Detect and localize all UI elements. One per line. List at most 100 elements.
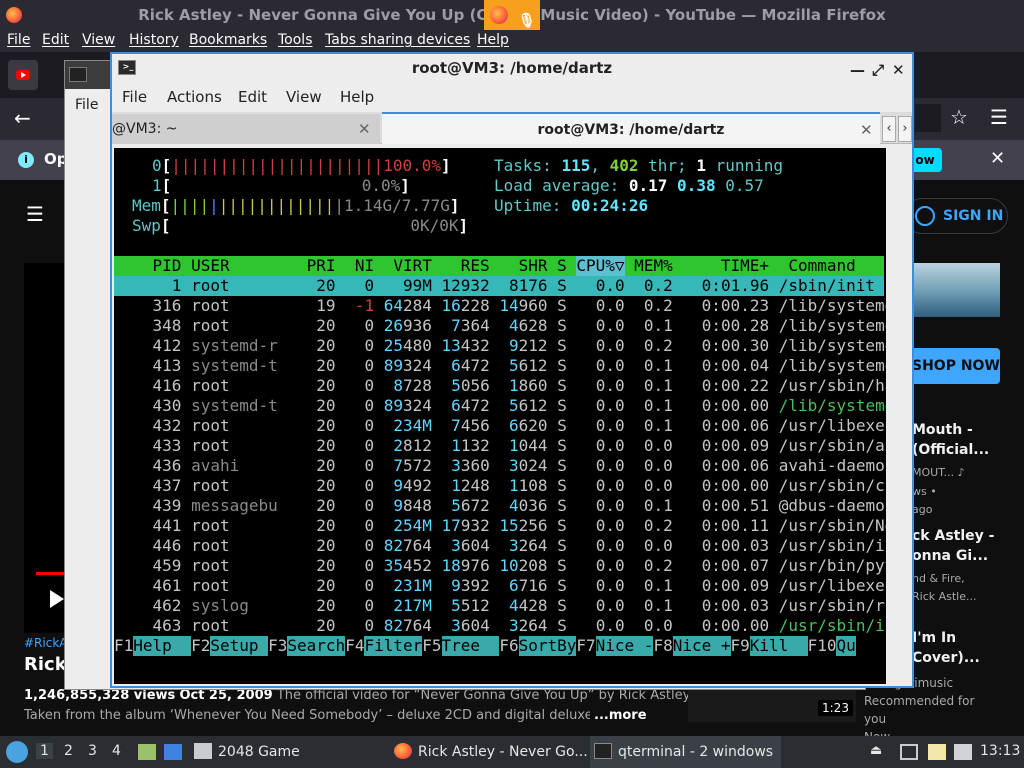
video-hashtag[interactable]: #RickA bbox=[24, 636, 67, 650]
column-header[interactable]: SHR bbox=[499, 256, 557, 276]
qt-menu-file[interactable]: File bbox=[122, 88, 147, 106]
tab-scroll-right-icon[interactable]: › bbox=[898, 116, 912, 142]
htop-terminal[interactable]: 0[||||||||||||||||||||||100.0%] 1[0.0%] … bbox=[114, 148, 886, 684]
column-header[interactable]: NI bbox=[345, 256, 384, 276]
process-row[interactable]: 430 systemd-t 20 0 89324 6472 5612 S 0.0… bbox=[114, 396, 886, 416]
menu-history[interactable]: History bbox=[129, 32, 179, 48]
tab-dartz[interactable]: root@VM3: /home/dartz ✕ bbox=[382, 112, 880, 144]
column-header[interactable]: RES bbox=[442, 256, 500, 276]
sharing-indicator[interactable]: 🎙 bbox=[484, 0, 540, 30]
process-row[interactable]: 439 messagebu 20 0 9848 5672 4036 S 0.0 … bbox=[114, 496, 886, 516]
close-icon[interactable]: ✕ bbox=[990, 148, 1005, 169]
fkey-nice-button[interactable]: Nice + bbox=[672, 636, 731, 656]
url-bar[interactable] bbox=[915, 104, 941, 132]
tab-scroll-left-icon[interactable]: ‹ bbox=[882, 116, 896, 142]
fkey-nice-button[interactable]: Nice - bbox=[595, 636, 654, 656]
menu-file[interactable]: File bbox=[7, 32, 30, 48]
back-arrow-icon[interactable]: ← bbox=[14, 106, 31, 130]
maximize-icon[interactable]: ⤢ bbox=[872, 56, 884, 84]
task-qterminal[interactable]: qterminal - 2 windows bbox=[590, 736, 782, 768]
process-row[interactable]: 413 systemd-t 20 0 89324 6472 5612 S 0.0… bbox=[114, 356, 886, 376]
task-2048-game[interactable]: 2048 Game bbox=[194, 736, 300, 768]
workspace-2[interactable]: 2 bbox=[64, 743, 73, 759]
qt-menu-help[interactable]: Help bbox=[340, 88, 374, 106]
process-row[interactable]: 446 root 20 0 82764 3604 3264 S 0.0 0.0 … bbox=[114, 536, 886, 556]
youtube-menu-icon[interactable]: ☰ bbox=[26, 202, 44, 226]
process-table-header[interactable]: PID USER PRI NI VIRT RES SHR S CPU%▽ MEM… bbox=[114, 256, 884, 276]
column-header[interactable]: CPU%▽ bbox=[576, 256, 625, 276]
shop-now-button[interactable]: SHOP NOW bbox=[904, 348, 1000, 384]
qt-menu-view[interactable]: View bbox=[286, 88, 322, 106]
workspace-3[interactable]: 3 bbox=[88, 743, 97, 759]
column-header[interactable]: PID bbox=[133, 256, 191, 276]
app-menu-icon[interactable] bbox=[6, 741, 28, 763]
process-row[interactable]: 436 avahi 20 0 7572 3360 3024 S 0.0 0.0 … bbox=[114, 456, 886, 476]
rec-2-title[interactable]: ck Astley - onna Gi... bbox=[912, 526, 994, 566]
minimize-icon[interactable]: — bbox=[850, 56, 865, 84]
column-header[interactable]: VIRT bbox=[384, 256, 442, 276]
youtube-tab[interactable] bbox=[8, 60, 38, 90]
column-header[interactable]: S bbox=[557, 256, 576, 276]
qt-menu-actions[interactable]: Actions bbox=[167, 88, 222, 106]
menu-edit[interactable]: Edit bbox=[42, 32, 69, 48]
fkey-kill-button[interactable]: Kill bbox=[749, 636, 808, 656]
bookmark-star-icon[interactable]: ☆ bbox=[950, 105, 968, 129]
ad-image[interactable] bbox=[912, 263, 1000, 317]
terminal-scrollbar[interactable] bbox=[888, 148, 910, 684]
menu-tools[interactable]: Tools bbox=[278, 32, 313, 48]
network-icon[interactable] bbox=[954, 744, 972, 760]
process-row[interactable]: 463 root 20 0 82764 3604 3264 S 0.0 0.0 … bbox=[114, 616, 886, 636]
menu-tabs-sharing[interactable]: Tabs sharing devices bbox=[325, 32, 470, 48]
fkey-search-button[interactable]: Search bbox=[287, 636, 346, 656]
monitor-icon[interactable] bbox=[900, 744, 918, 760]
column-header[interactable]: USER bbox=[191, 256, 287, 276]
column-header[interactable]: Command bbox=[788, 256, 855, 276]
process-row[interactable]: 441 root 20 0 254M 17932 15256 S 0.0 0.2… bbox=[114, 516, 886, 536]
sign-in-button[interactable]: SIGN IN bbox=[904, 198, 1008, 234]
menu-help[interactable]: Help bbox=[477, 32, 509, 48]
show-desktop-icon[interactable] bbox=[164, 744, 182, 760]
task-firefox[interactable]: Rick Astley - Never Go... bbox=[394, 736, 588, 768]
clipboard-icon[interactable] bbox=[928, 744, 946, 760]
fkey-setup-button[interactable]: Setup bbox=[210, 636, 269, 656]
process-row[interactable]: 412 systemd-r 20 0 25480 13432 9212 S 0.… bbox=[114, 336, 886, 356]
hamburger-menu-icon[interactable]: ☰ bbox=[990, 105, 1008, 129]
rec-1-title[interactable]: Mouth - (Official... bbox=[912, 420, 989, 460]
video-progress[interactable] bbox=[36, 572, 66, 575]
play-icon[interactable] bbox=[50, 590, 64, 608]
process-row[interactable]: 348 root 20 0 26936 7364 4628 S 0.0 0.1 … bbox=[114, 316, 886, 336]
process-row[interactable]: 416 root 20 0 8728 5056 1860 S 0.0 0.1 0… bbox=[114, 376, 886, 396]
qt-menu-edit[interactable]: Edit bbox=[238, 88, 267, 106]
file-manager-icon[interactable] bbox=[138, 744, 156, 760]
fkey-tree-button[interactable]: Tree bbox=[441, 636, 500, 656]
close-window-icon[interactable]: ✕ bbox=[892, 56, 905, 84]
menu-bookmarks[interactable]: Bookmarks bbox=[189, 32, 267, 48]
video-player[interactable] bbox=[24, 263, 69, 633]
process-row[interactable]: 1 root 20 0 99M 12932 8176 S 0.0 0.2 0:0… bbox=[114, 276, 886, 296]
workspace-4[interactable]: 4 bbox=[112, 743, 121, 759]
fkey-qu-button[interactable]: Qu bbox=[836, 636, 856, 656]
tab-close-icon[interactable]: ✕ bbox=[358, 114, 371, 144]
column-header[interactable]: TIME+ bbox=[682, 256, 788, 276]
qterminal-titlebar[interactable]: >_ root@VM3: /home/dartz — ⤢ ✕ bbox=[112, 54, 912, 82]
qterminal-back-menu-file[interactable]: File bbox=[75, 97, 98, 113]
process-row[interactable]: 433 root 20 0 2812 1132 1044 S 0.0 0.0 0… bbox=[114, 436, 886, 456]
process-row[interactable]: 459 root 20 0 35452 18976 10208 S 0.0 0.… bbox=[114, 556, 886, 576]
fkey-filter-button[interactable]: Filter bbox=[364, 636, 423, 656]
eject-icon[interactable]: ⏏ bbox=[870, 743, 882, 758]
tab-home[interactable]: @VM3: ~ ✕ bbox=[112, 114, 380, 144]
more-link[interactable]: ...more bbox=[590, 708, 647, 723]
workspace-1[interactable]: 1 bbox=[36, 743, 53, 759]
tab-close-icon[interactable]: ✕ bbox=[860, 114, 873, 146]
process-row[interactable]: 462 syslog 20 0 217M 5512 4428 S 0.0 0.1… bbox=[114, 596, 886, 616]
menu-view[interactable]: View bbox=[82, 32, 115, 48]
column-header[interactable]: MEM% bbox=[625, 256, 683, 276]
process-row[interactable]: 437 root 20 0 9492 1248 1108 S 0.0 0.0 0… bbox=[114, 476, 886, 496]
fkey-sortby-button[interactable]: SortBy bbox=[518, 636, 577, 656]
rec-3-title[interactable]: I'm In Cover)... bbox=[912, 628, 980, 668]
process-row[interactable]: 461 root 20 0 231M 9392 6716 S 0.0 0.1 0… bbox=[114, 576, 886, 596]
column-header[interactable]: PRI bbox=[287, 256, 345, 276]
fkey-help-button[interactable]: Help bbox=[133, 636, 192, 656]
process-row[interactable]: 316 root 19 -1 64284 16228 14960 S 0.0 0… bbox=[114, 296, 886, 316]
process-row[interactable]: 432 root 20 0 234M 7456 6620 S 0.0 0.1 0… bbox=[114, 416, 886, 436]
